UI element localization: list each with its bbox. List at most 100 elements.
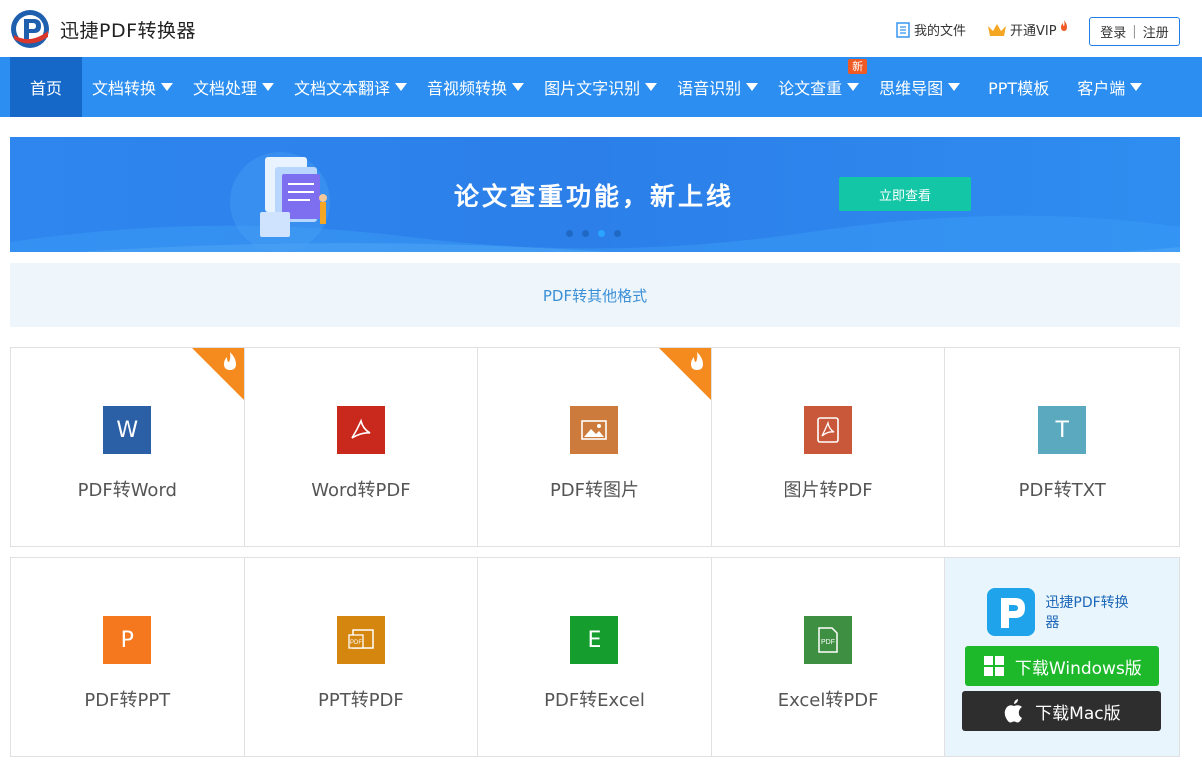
tool-label: PPT转PDF bbox=[318, 690, 404, 711]
caret-down-icon bbox=[395, 83, 408, 91]
tool-pdf-to-word[interactable]: W PDF转Word bbox=[11, 348, 245, 546]
tool-image-to-pdf[interactable]: 图片转PDF bbox=[712, 348, 946, 546]
carousel-dot[interactable] bbox=[566, 230, 573, 237]
svg-text:PDF: PDF bbox=[821, 639, 835, 646]
flame-icon bbox=[1060, 20, 1067, 31]
app-logo-icon[interactable] bbox=[10, 9, 50, 49]
nav-label: 客户端 bbox=[1077, 79, 1126, 98]
svg-text:PDF: PDF bbox=[350, 640, 362, 646]
tool-label: PDF转Word bbox=[77, 480, 177, 501]
nav-label: 论文查重 bbox=[778, 79, 843, 98]
caret-down-icon bbox=[746, 83, 759, 91]
auth-separator: | bbox=[1132, 24, 1137, 39]
picture-glyph-icon bbox=[581, 420, 608, 440]
tools-grid-row-2: P PDF转PPT PDF PPT转PDF E PDF转Excel PDF Ex… bbox=[10, 557, 1180, 757]
login-button[interactable]: 登录 bbox=[1100, 22, 1126, 41]
tool-label: PDF转Excel bbox=[544, 690, 645, 711]
tool-pdf-to-txt[interactable]: T PDF转TXT bbox=[945, 348, 1179, 546]
my-files-label: 我的文件 bbox=[914, 24, 967, 39]
top-header: 迅捷PDF转换器 我的文件 开通VIP 登录 | 注册 bbox=[0, 0, 1202, 57]
nav-label: 思维导图 bbox=[879, 79, 944, 98]
nav-label: 图片文字识别 bbox=[544, 79, 641, 98]
tool-label: PDF转PPT bbox=[84, 690, 171, 711]
nav-label: 语音识别 bbox=[677, 79, 742, 98]
section-header: PDF转其他格式 bbox=[10, 263, 1180, 327]
promo-banner[interactable]: 论文查重功能，新上线 立即查看 bbox=[10, 137, 1180, 252]
acrobat-icon bbox=[336, 406, 385, 454]
carousel-dots bbox=[566, 230, 621, 237]
vip-label: 开通VIP bbox=[1010, 24, 1057, 39]
nav-item-plagiarism[interactable]: 论文查重 新 bbox=[768, 57, 869, 117]
register-button[interactable]: 注册 bbox=[1143, 22, 1169, 41]
main-nav: 首页 文档转换 文档处理 文档文本翻译 音视频转换 图片文字识别 语音识别 论文… bbox=[0, 57, 1202, 117]
image-icon bbox=[570, 406, 619, 454]
excel-pdf-icon: PDF bbox=[804, 616, 853, 664]
caret-down-icon bbox=[847, 83, 860, 91]
documents-illustration-icon bbox=[230, 152, 330, 252]
tool-pdf-to-image[interactable]: PDF转图片 bbox=[478, 348, 712, 546]
nav-label: 文档处理 bbox=[193, 79, 258, 98]
download-windows-label: 下载Windows版 bbox=[1014, 658, 1142, 679]
tool-label: Word转PDF bbox=[311, 480, 411, 501]
text-icon: T bbox=[1038, 406, 1087, 454]
word-icon: W bbox=[103, 406, 152, 454]
ppt-icon: P bbox=[103, 616, 152, 664]
nav-item-mindmap[interactable]: 思维导图 bbox=[869, 57, 970, 117]
slides-pdf-glyph-icon: PDF bbox=[348, 629, 374, 649]
carousel-dot[interactable] bbox=[614, 230, 621, 237]
apple-icon bbox=[1004, 699, 1023, 723]
tool-label: Excel转PDF bbox=[777, 690, 879, 711]
nav-label: 文档文本翻译 bbox=[294, 79, 391, 98]
banner-view-button[interactable]: 立即查看 bbox=[839, 177, 971, 211]
caret-down-icon bbox=[512, 83, 525, 91]
nav-item-av-convert[interactable]: 音视频转换 bbox=[417, 57, 534, 117]
nav-item-translate[interactable]: 文档文本翻译 bbox=[284, 57, 417, 117]
tools-grid-row-1: W PDF转Word Word转PDF PDF转图片 图片转PDF T PDF转… bbox=[10, 347, 1180, 547]
nav-label: 文档转换 bbox=[92, 79, 157, 98]
text-glyph: T bbox=[1055, 417, 1069, 443]
tool-ppt-to-pdf[interactable]: PDF PPT转PDF bbox=[245, 558, 479, 756]
tool-pdf-to-ppt[interactable]: P PDF转PPT bbox=[11, 558, 245, 756]
caret-down-icon bbox=[645, 83, 658, 91]
nav-item-client[interactable]: 客户端 bbox=[1067, 57, 1152, 117]
tool-excel-to-pdf[interactable]: PDF Excel转PDF bbox=[712, 558, 946, 756]
nav-item-ocr[interactable]: 图片文字识别 bbox=[534, 57, 667, 117]
crown-icon bbox=[988, 23, 1006, 36]
excel-icon: E bbox=[570, 616, 619, 664]
client-download-promo: 迅捷PDF转换器 下载Windows版 下载Mac版 bbox=[945, 558, 1179, 756]
word-glyph: W bbox=[116, 417, 139, 443]
promo-app-name: 迅捷PDF转换器 bbox=[1045, 595, 1129, 631]
tool-label: PDF转图片 bbox=[549, 480, 640, 501]
pdf-doc-glyph-icon bbox=[817, 417, 839, 443]
tool-word-to-pdf[interactable]: Word转PDF bbox=[245, 348, 479, 546]
auth-box: 登录 | 注册 bbox=[1089, 17, 1180, 46]
tool-label: 图片转PDF bbox=[783, 480, 873, 501]
nav-item-doc-convert[interactable]: 文档转换 bbox=[82, 57, 183, 117]
caret-down-icon bbox=[262, 83, 275, 91]
section-title[interactable]: PDF转其他格式 bbox=[543, 285, 647, 306]
nav-label: 首页 bbox=[29, 79, 62, 98]
caret-down-icon bbox=[948, 83, 961, 91]
nav-item-doc-process[interactable]: 文档处理 bbox=[183, 57, 284, 117]
windows-icon bbox=[983, 656, 1004, 676]
carousel-dot-active[interactable] bbox=[598, 230, 605, 237]
download-windows-button[interactable]: 下载Windows版 bbox=[965, 646, 1160, 686]
vip-link[interactable]: 开通VIP bbox=[987, 20, 1068, 39]
download-mac-label: 下载Mac版 bbox=[1035, 703, 1121, 724]
my-files-link[interactable]: 我的文件 bbox=[896, 20, 966, 39]
app-p-logo-icon bbox=[987, 588, 1036, 636]
nav-item-ppt-template[interactable]: PPT模板 bbox=[970, 57, 1067, 117]
excel-glyph: E bbox=[587, 627, 602, 653]
ppt-pdf-icon: PDF bbox=[336, 616, 385, 664]
brand-name[interactable]: 迅捷PDF转换器 bbox=[60, 16, 196, 43]
carousel-dot[interactable] bbox=[582, 230, 589, 237]
download-mac-button[interactable]: 下载Mac版 bbox=[962, 691, 1162, 731]
nav-item-home[interactable]: 首页 bbox=[10, 57, 82, 117]
nav-item-speech[interactable]: 语音识别 bbox=[667, 57, 768, 117]
hot-flame-icon bbox=[658, 348, 711, 400]
caret-down-icon bbox=[161, 83, 174, 91]
pdf-acrobat-icon bbox=[804, 406, 853, 454]
ppt-glyph: P bbox=[120, 627, 134, 653]
pdf-file-glyph-icon: PDF bbox=[818, 627, 838, 653]
tool-pdf-to-excel[interactable]: E PDF转Excel bbox=[478, 558, 712, 756]
